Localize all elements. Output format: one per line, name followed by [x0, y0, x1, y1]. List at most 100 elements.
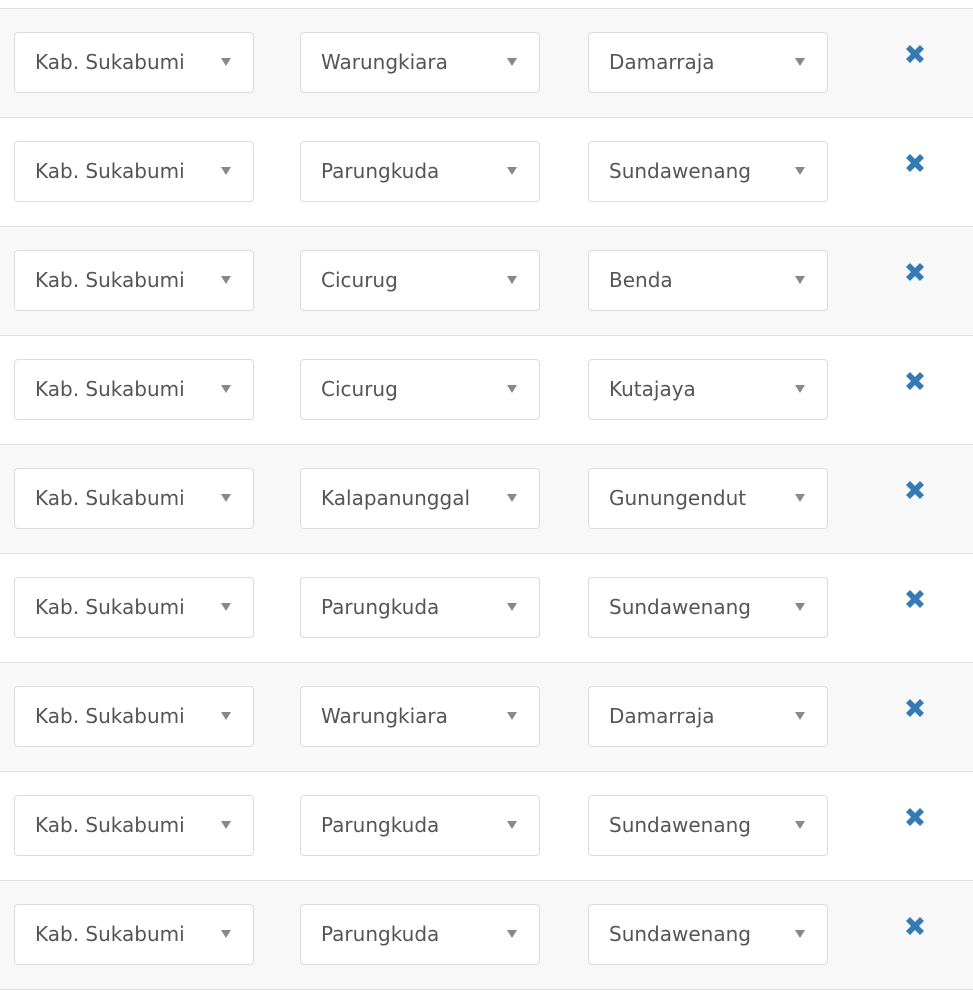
kabupaten-select[interactable]: Kab. Sukabumi	[14, 468, 254, 529]
table-row: Kab. Sukabumi Warungkiara Damarraja	[0, 663, 973, 772]
kecamatan-select[interactable]: Warungkiara	[300, 686, 540, 747]
close-icon	[906, 45, 924, 63]
table-row: Kab. Sukabumi Kalapanunggal Gunungendut	[0, 445, 973, 554]
table-row: Kab. Sukabumi Cicurug Kutajaya	[0, 336, 973, 445]
remove-row-button[interactable]	[900, 911, 930, 941]
close-icon	[906, 808, 924, 826]
desa-value: Sundawenang	[609, 922, 751, 946]
kabupaten-value: Kab. Sukabumi	[35, 704, 185, 728]
caret-down-icon	[507, 167, 517, 175]
kecamatan-value: Parungkuda	[321, 922, 440, 946]
caret-down-icon	[507, 712, 517, 720]
caret-down-icon	[507, 603, 517, 611]
kecamatan-select[interactable]: Parungkuda	[300, 577, 540, 638]
remove-row-button[interactable]	[900, 39, 930, 69]
close-icon	[906, 263, 924, 281]
caret-down-icon	[795, 821, 805, 829]
caret-down-icon	[795, 494, 805, 502]
caret-down-icon	[795, 712, 805, 720]
caret-down-icon	[221, 276, 231, 284]
kabupaten-select[interactable]: Kab. Sukabumi	[14, 141, 254, 202]
kecamatan-select[interactable]: Cicurug	[300, 250, 540, 311]
caret-down-icon	[507, 821, 517, 829]
caret-down-icon	[795, 58, 805, 66]
remove-row-button[interactable]	[900, 802, 930, 832]
kabupaten-select[interactable]: Kab. Sukabumi	[14, 32, 254, 93]
table-row: Kab. Sukabumi Parungkuda Sundawenang	[0, 881, 973, 990]
remove-row-button[interactable]	[900, 693, 930, 723]
remove-row-button[interactable]	[900, 257, 930, 287]
kecamatan-value: Parungkuda	[321, 595, 440, 619]
kecamatan-value: Cicurug	[321, 377, 398, 401]
desa-select[interactable]: Kutajaya	[588, 359, 828, 420]
caret-down-icon	[221, 930, 231, 938]
kabupaten-select[interactable]: Kab. Sukabumi	[14, 577, 254, 638]
caret-down-icon	[221, 58, 231, 66]
kecamatan-value: Parungkuda	[321, 159, 440, 183]
kabupaten-value: Kab. Sukabumi	[35, 813, 185, 837]
kabupaten-select[interactable]: Kab. Sukabumi	[14, 795, 254, 856]
kabupaten-value: Kab. Sukabumi	[35, 595, 185, 619]
desa-select[interactable]: Sundawenang	[588, 141, 828, 202]
desa-value: Benda	[609, 268, 673, 292]
kecamatan-value: Warungkiara	[321, 704, 448, 728]
desa-select[interactable]: Sundawenang	[588, 795, 828, 856]
desa-select[interactable]: Sundawenang	[588, 577, 828, 638]
kabupaten-value: Kab. Sukabumi	[35, 50, 185, 74]
remove-row-button[interactable]	[900, 475, 930, 505]
desa-value: Sundawenang	[609, 159, 751, 183]
desa-select[interactable]: Sundawenang	[588, 904, 828, 965]
caret-down-icon	[221, 494, 231, 502]
desa-value: Gunungendut	[609, 486, 747, 510]
kecamatan-select[interactable]: Warungkiara	[300, 32, 540, 93]
desa-select[interactable]: Damarraja	[588, 32, 828, 93]
kecamatan-select[interactable]: Parungkuda	[300, 904, 540, 965]
kecamatan-select[interactable]: Cicurug	[300, 359, 540, 420]
close-icon	[906, 699, 924, 717]
caret-down-icon	[507, 494, 517, 502]
desa-value: Damarraja	[609, 50, 715, 74]
caret-down-icon	[221, 712, 231, 720]
kecamatan-value: Cicurug	[321, 268, 398, 292]
kabupaten-value: Kab. Sukabumi	[35, 159, 185, 183]
caret-down-icon	[795, 930, 805, 938]
kabupaten-select[interactable]: Kab. Sukabumi	[14, 359, 254, 420]
caret-down-icon	[221, 821, 231, 829]
desa-select[interactable]: Benda	[588, 250, 828, 311]
desa-value: Kutajaya	[609, 377, 696, 401]
caret-down-icon	[507, 58, 517, 66]
caret-down-icon	[507, 276, 517, 284]
location-table: Kab. Sukabumi Warungkiara Damarraja Kab.…	[0, 8, 973, 990]
close-icon	[906, 917, 924, 935]
desa-select[interactable]: Gunungendut	[588, 468, 828, 529]
table-row: Kab. Sukabumi Warungkiara Damarraja	[0, 9, 973, 118]
remove-row-button[interactable]	[900, 366, 930, 396]
kabupaten-select[interactable]: Kab. Sukabumi	[14, 904, 254, 965]
kecamatan-value: Kalapanunggal	[321, 486, 471, 510]
caret-down-icon	[507, 385, 517, 393]
kabupaten-value: Kab. Sukabumi	[35, 377, 185, 401]
caret-down-icon	[221, 603, 231, 611]
kecamatan-value: Parungkuda	[321, 813, 440, 837]
table-row: Kab. Sukabumi Cicurug Benda	[0, 227, 973, 336]
desa-select[interactable]: Damarraja	[588, 686, 828, 747]
caret-down-icon	[795, 167, 805, 175]
kabupaten-value: Kab. Sukabumi	[35, 486, 185, 510]
kabupaten-select[interactable]: Kab. Sukabumi	[14, 686, 254, 747]
kabupaten-select[interactable]: Kab. Sukabumi	[14, 250, 254, 311]
desa-value: Sundawenang	[609, 813, 751, 837]
remove-row-button[interactable]	[900, 584, 930, 614]
caret-down-icon	[221, 385, 231, 393]
table-row: Kab. Sukabumi Parungkuda Sundawenang	[0, 118, 973, 227]
kecamatan-select[interactable]: Parungkuda	[300, 141, 540, 202]
close-icon	[906, 481, 924, 499]
kecamatan-value: Warungkiara	[321, 50, 448, 74]
kecamatan-select[interactable]: Kalapanunggal	[300, 468, 540, 529]
kabupaten-value: Kab. Sukabumi	[35, 268, 185, 292]
close-icon	[906, 372, 924, 390]
kabupaten-value: Kab. Sukabumi	[35, 922, 185, 946]
kecamatan-select[interactable]: Parungkuda	[300, 795, 540, 856]
remove-row-button[interactable]	[900, 148, 930, 178]
table-row: Kab. Sukabumi Parungkuda Sundawenang	[0, 772, 973, 881]
desa-value: Sundawenang	[609, 595, 751, 619]
